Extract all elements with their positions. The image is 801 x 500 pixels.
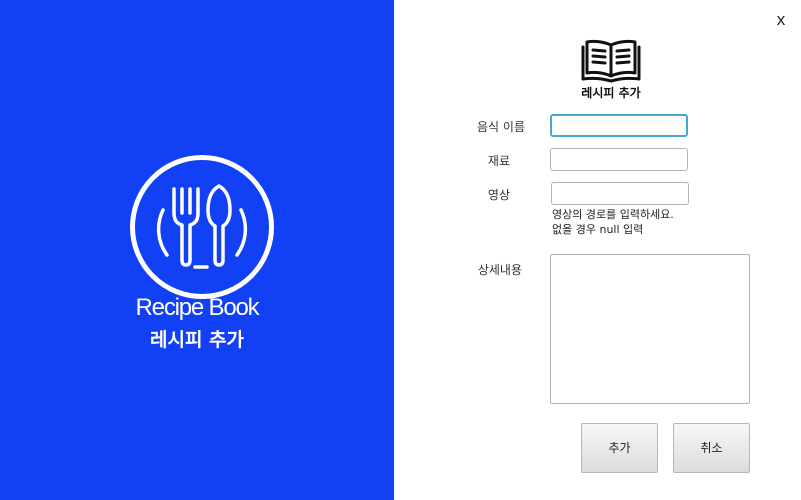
fork-spoon-plate-icon bbox=[130, 155, 274, 299]
name-label: 음식 이름 bbox=[477, 120, 525, 134]
video-hint: 영상의 경로를 입력하세요. 없을 경우 null 입력 bbox=[552, 207, 674, 237]
details-label: 상세내용 bbox=[477, 263, 522, 277]
video-label: 영상 bbox=[487, 188, 510, 202]
name-input[interactable] bbox=[550, 114, 688, 137]
brand-subtitle: 레시피 추가 bbox=[149, 329, 244, 351]
details-textarea[interactable] bbox=[550, 254, 750, 404]
ingredients-label: 재료 bbox=[487, 154, 510, 168]
video-hint-line2: 없을 경우 null 입력 bbox=[552, 223, 644, 236]
close-button[interactable]: x bbox=[773, 10, 789, 30]
brand-panel: Recipe Book 레시피 추가 bbox=[0, 0, 394, 500]
ingredients-input[interactable] bbox=[550, 148, 688, 171]
brand-name: Recipe Book bbox=[135, 294, 260, 321]
form-title: 레시피 추가 bbox=[581, 86, 641, 100]
cancel-button[interactable]: 취소 bbox=[673, 423, 750, 473]
add-button[interactable]: 추가 bbox=[581, 423, 658, 473]
logo-graphic bbox=[156, 184, 248, 269]
video-hint-line1: 영상의 경로를 입력하세요. bbox=[552, 208, 674, 221]
video-input[interactable] bbox=[551, 182, 689, 205]
open-book-icon bbox=[581, 39, 641, 83]
